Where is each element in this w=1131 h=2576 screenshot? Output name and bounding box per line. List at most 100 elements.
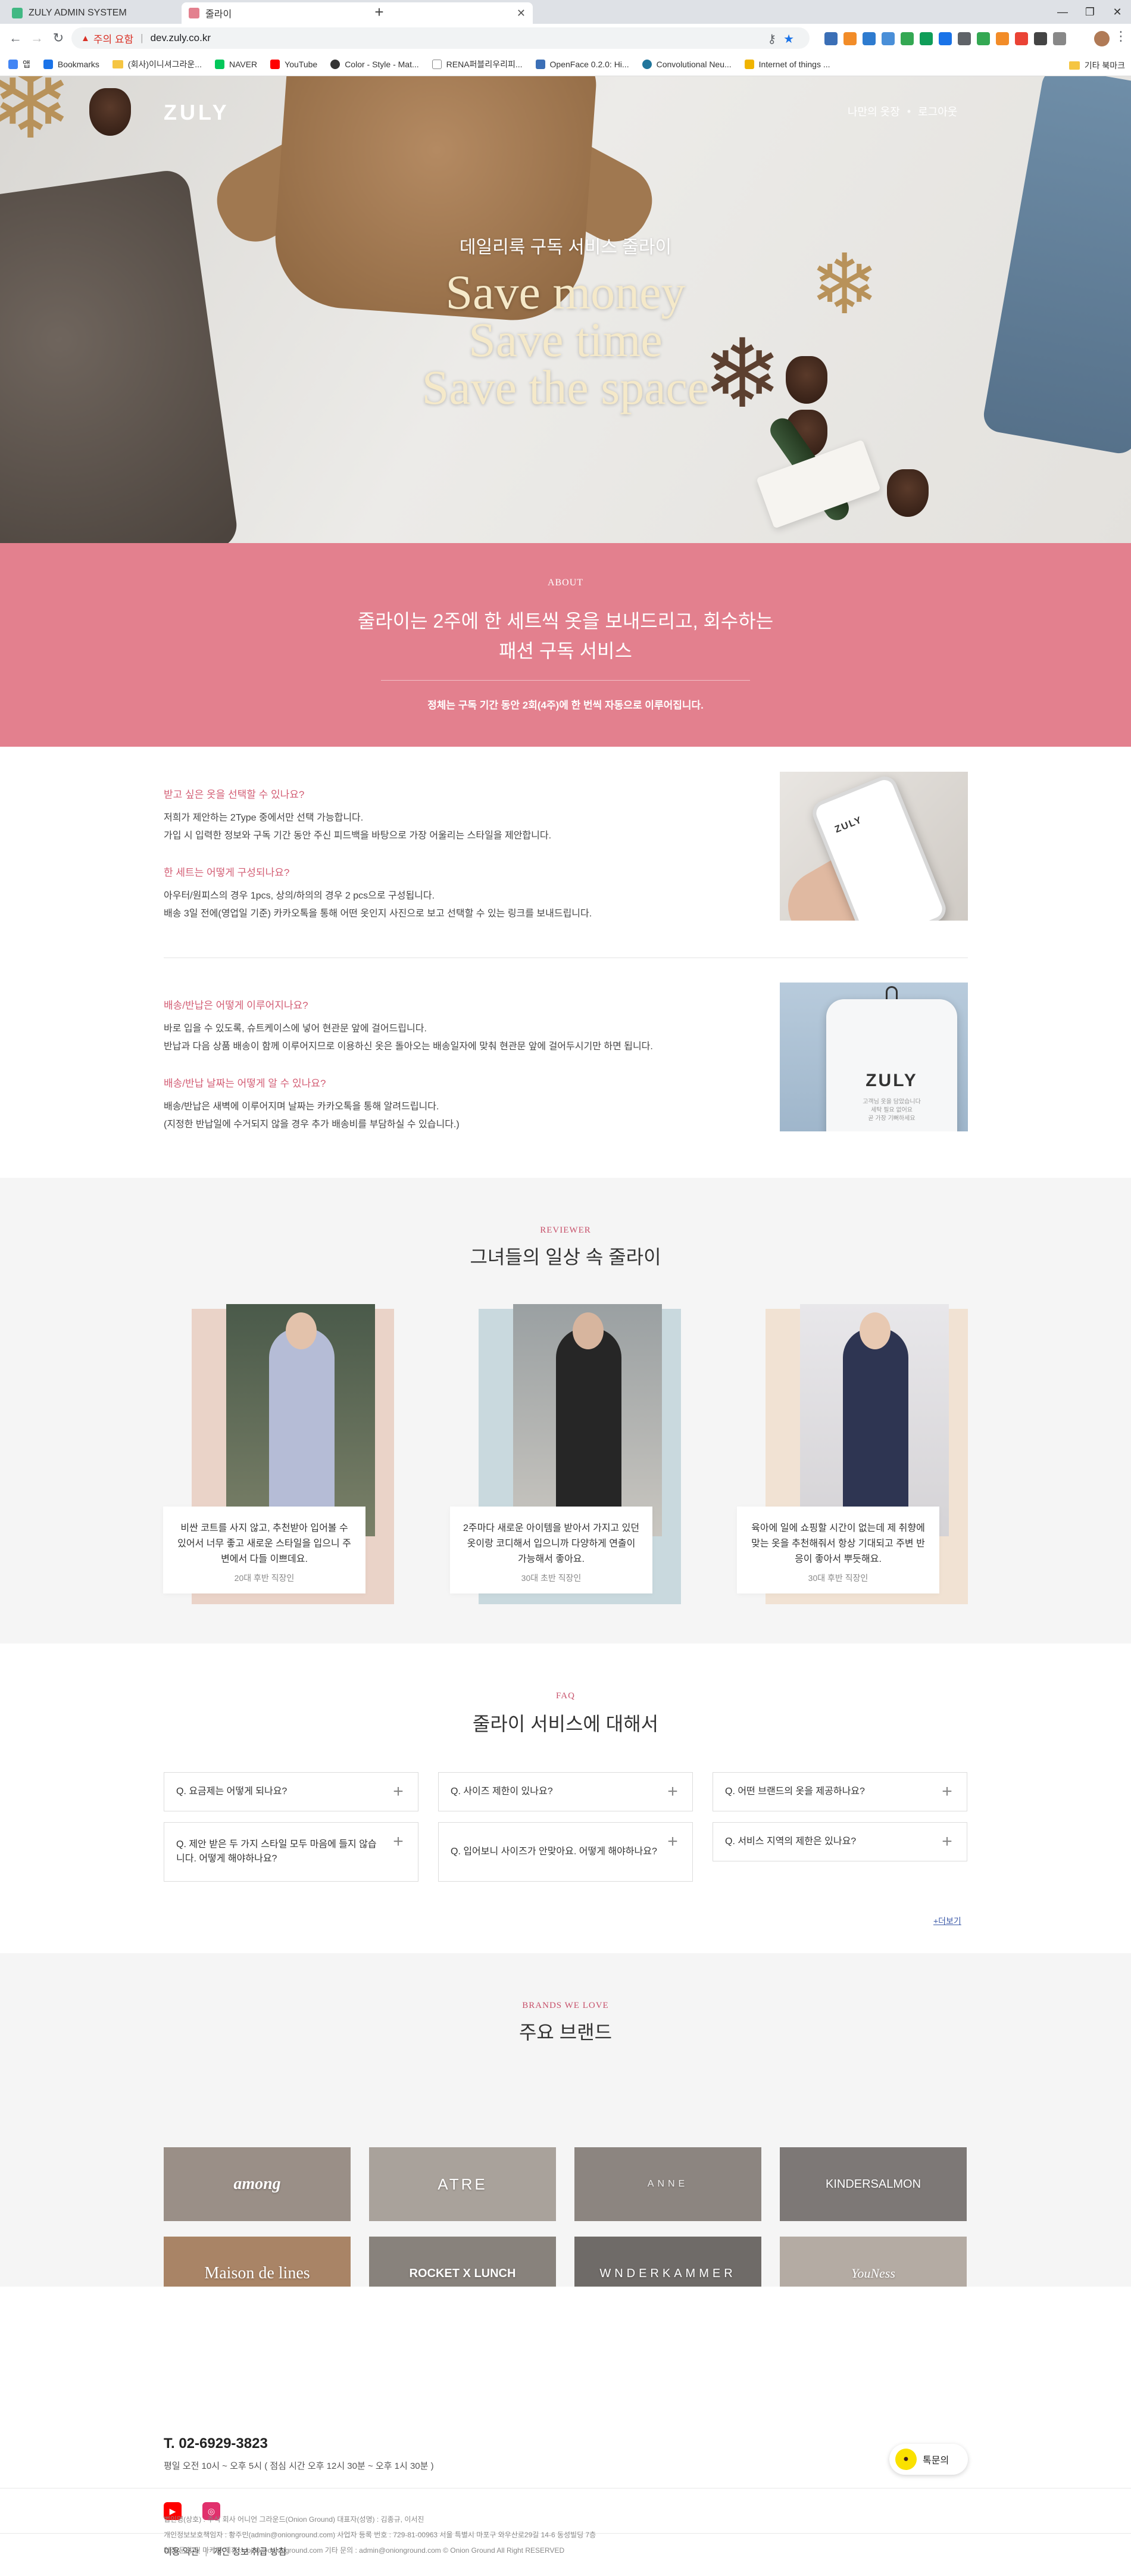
- plus-icon[interactable]: +: [664, 1833, 682, 1851]
- extension-icon[interactable]: [863, 32, 876, 45]
- qa-answer: 바로 입을 수 있도록, 슈트케이스에 넣어 현관문 앞에 걸어드립니다. 반납…: [164, 1020, 747, 1056]
- review-quote: 육아에 일에 쇼핑할 시간이 없는데 제 취향에 맞는 옷을 추천해줘서 항상 …: [737, 1507, 939, 1593]
- qa-answer-line: 반납과 다음 상품 배송이 함께 이루어지므로 이용하신 옷은 돌아오는 배송일…: [164, 1041, 653, 1052]
- plus-icon[interactable]: +: [664, 1783, 682, 1801]
- bookmark-label: YouTube: [285, 59, 318, 69]
- folder-icon: [112, 60, 123, 68]
- tab-zuly[interactable]: 줄라이 ✕: [182, 2, 533, 24]
- bookmark-rena[interactable]: RENA퍼블리우리피...: [432, 58, 523, 70]
- section-label: BRANDS WE LOVE: [522, 2001, 609, 2010]
- bookmark-label: Internet of things ...: [758, 59, 830, 69]
- close-icon[interactable]: ✕: [517, 7, 526, 20]
- faq-item[interactable]: Q. 서비스 지역의 제한은 있나요? +: [713, 1822, 967, 1861]
- wordpress-icon: [642, 59, 652, 69]
- site-logo[interactable]: ZULY: [164, 100, 230, 125]
- qa-answer-line: (지정한 반납일에 수거되지 않을 경우 추가 배송비를 부담하실 수 있습니다…: [164, 1119, 460, 1130]
- doc-icon: [432, 59, 442, 69]
- extension-icon[interactable]: [882, 32, 895, 45]
- faq-more-link[interactable]: +더보기: [933, 1915, 961, 1927]
- faq-item[interactable]: Q. 사이즈 제한이 있나요? +: [438, 1772, 693, 1811]
- brand-name: KINDERSALMON: [825, 2177, 921, 2191]
- reviewer-head: [573, 1312, 604, 1349]
- faq-item[interactable]: Q. 입어보니 사이즈가 안맞아요. 어떻게 해야하나요? +: [438, 1822, 693, 1882]
- brands-section: BRANDS WE LOVE 주요 브랜드 among ATRE ANNE KI…: [0, 1953, 1131, 2310]
- avatar[interactable]: [1094, 31, 1110, 46]
- brand-tile-atre[interactable]: ATRE: [369, 2147, 556, 2221]
- qa-answer-line: 바로 입을 수 있도록, 슈트케이스에 넣어 현관문 앞에 걸어드립니다.: [164, 1024, 427, 1034]
- kakao-talk-button[interactable]: ● 톡문의: [889, 2444, 968, 2475]
- address-bar[interactable]: ▲ 주의 요함 | dev.zuly.co.kr ⚷★: [71, 27, 810, 49]
- folder-icon: [1068, 61, 1080, 70]
- section-label: ABOUT: [547, 578, 584, 588]
- phone-logo: ZULY: [833, 815, 864, 835]
- brand-name: ATRE: [438, 2175, 488, 2193]
- about-title-line: 패션 구독 서비스: [499, 640, 632, 662]
- qa-answer: 저희가 제안하는 2Type 중에서만 선택 가능합니다. 가입 시 입력한 정…: [164, 809, 747, 845]
- github-icon: [330, 59, 340, 69]
- forward-icon[interactable]: →: [29, 30, 45, 46]
- about-title-line: 줄라이는 2주에 한 세트씩 옷을 보내드리고, 회수하는: [357, 610, 774, 632]
- address-separator: |: [140, 32, 143, 43]
- faq-question: Q. 요금제는 어떻게 되나요?: [176, 1786, 288, 1797]
- bookmark-cnn[interactable]: Convolutional Neu...: [642, 59, 732, 69]
- extension-icon[interactable]: [920, 32, 933, 45]
- minimize-button[interactable]: —: [1049, 0, 1076, 24]
- bookmark-label: OpenFace 0.2.0: Hi...: [549, 59, 629, 69]
- reload-icon[interactable]: ↻: [50, 30, 67, 46]
- brand-tile-anne[interactable]: ANNE: [574, 2147, 761, 2221]
- qa-question: 배송/반납은 어떻게 이루어지나요?: [164, 1000, 308, 1011]
- extension-icon[interactable]: [977, 32, 990, 45]
- extension-icon[interactable]: [901, 32, 914, 45]
- bookmark-color-style[interactable]: Color - Style - Mat...: [330, 59, 419, 69]
- logout-link[interactable]: 로그아웃: [918, 104, 957, 119]
- bookmark-youtube[interactable]: YouTube: [270, 59, 318, 69]
- menu-icon[interactable]: ⋮: [1114, 29, 1127, 44]
- review-text: 육아에 일에 쇼핑할 시간이 없는데 제 취향에 맞는 옷을 추천해줘서 항상 …: [751, 1523, 925, 1564]
- extension-icon[interactable]: [1015, 32, 1028, 45]
- plus-icon[interactable]: +: [389, 1833, 407, 1851]
- openface-icon: [535, 59, 545, 69]
- about-title: 줄라이는 2주에 한 세트씩 옷을 보내드리고, 회수하는 패션 구독 서비스: [0, 606, 1131, 666]
- faq-item[interactable]: Q. 제안 받은 두 가지 스타일 모두 마음에 들지 않습니다. 어떻게 해야…: [164, 1822, 418, 1882]
- reviewer-figure: [556, 1328, 621, 1524]
- brand-tile-kindersalmon[interactable]: KINDERSALMON: [780, 2147, 967, 2221]
- faq-item[interactable]: Q. 요금제는 어떻게 되나요? +: [164, 1772, 418, 1811]
- close-window-button[interactable]: ✕: [1104, 0, 1131, 24]
- faq-item[interactable]: Q. 어떤 브랜드의 옷을 제공하나요? +: [713, 1772, 967, 1811]
- reviewer-figure: [269, 1328, 335, 1524]
- hero-subtitle: 데일리룩 구독 서비스 줄라이: [459, 238, 672, 257]
- qa-answer: 아우터/원피스의 경우 1pcs, 상의/하의의 경우 2 pcs으로 구성됩니…: [164, 887, 747, 923]
- bookmark-other[interactable]: 기타 북마크: [1068, 60, 1125, 71]
- back-icon[interactable]: ←: [7, 30, 24, 46]
- section-title: 그녀들의 일상 속 줄라이: [470, 1246, 661, 1268]
- maximize-button[interactable]: ❐: [1076, 0, 1104, 24]
- bookmark-bookmarks[interactable]: Bookmarks: [43, 59, 99, 69]
- plus-icon[interactable]: +: [938, 1783, 956, 1801]
- faq-section: FAQ 줄라이 서비스에 대해서 Q. 요금제는 어떻게 되나요? + Q. 사…: [0, 1643, 1131, 1953]
- phone-image: ZULY: [780, 772, 968, 921]
- legal-line: 법인명(상호) : 주식 회사 어니언 그라운드(Onion Ground) 대…: [164, 2515, 424, 2524]
- bookmark-folder[interactable]: (회사)이니셔그라운...: [112, 58, 202, 70]
- plus-icon[interactable]: +: [389, 1783, 407, 1801]
- extension-icon[interactable]: [939, 32, 952, 45]
- extension-icon[interactable]: [1053, 32, 1066, 45]
- extension-icon[interactable]: [958, 32, 971, 45]
- extension-icon[interactable]: [824, 32, 838, 45]
- key-icon[interactable]: ⚷: [767, 33, 783, 46]
- bookmarks-bar: 앱 Bookmarks (회사)이니셔그라운... NAVER YouTube …: [0, 52, 1131, 76]
- brand-tile-among[interactable]: among: [164, 2147, 351, 2221]
- bookmark-openface[interactable]: OpenFace 0.2.0: Hi...: [535, 59, 629, 69]
- extension-icon[interactable]: [1034, 32, 1047, 45]
- extension-icon[interactable]: [996, 32, 1009, 45]
- my-closet-link[interactable]: 나만의 옷장: [848, 104, 900, 119]
- review-photo: [226, 1304, 375, 1536]
- about-section: ABOUT 줄라이는 2주에 한 세트씩 옷을 보내드리고, 회수하는 패션 구…: [0, 543, 1131, 747]
- new-tab-button[interactable]: +: [370, 4, 388, 21]
- bookmark-iot[interactable]: Internet of things ...: [744, 59, 830, 69]
- extension-icon[interactable]: [843, 32, 857, 45]
- bookmark-naver[interactable]: NAVER: [214, 59, 257, 69]
- bookmark-star-icon[interactable]: ★: [783, 33, 801, 46]
- plus-icon[interactable]: +: [938, 1833, 956, 1851]
- reviewer-section: REVIEWER 그녀들의 일상 속 줄라이 비싼 코트를 사지 않고, 추천받…: [0, 1178, 1131, 1643]
- bookmark-apps[interactable]: 앱: [8, 58, 30, 70]
